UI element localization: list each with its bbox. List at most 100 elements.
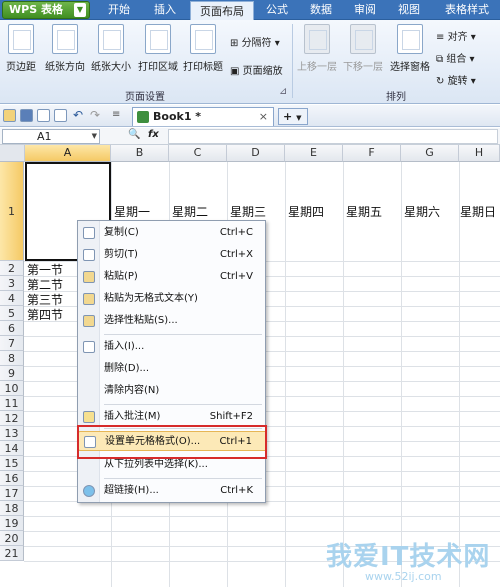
highlight-box [77, 425, 267, 459]
row-header[interactable]: 6 [0, 321, 24, 336]
column-header-e[interactable]: E [285, 145, 343, 162]
menu-item-hyperlink[interactable]: 超链接(H)... Ctrl+K [78, 481, 267, 501]
menu-item-insert-comment[interactable]: 插入批注(M) Shift+F2 [78, 407, 267, 427]
margins-icon [8, 24, 34, 54]
cell-a5[interactable]: 第四节 [27, 306, 63, 323]
name-box[interactable]: A1 ▼ [2, 129, 100, 144]
tab-insert[interactable]: 插入 [146, 0, 184, 20]
align-label: 对齐 [447, 32, 468, 43]
tab-review[interactable]: 审阅 [346, 0, 384, 20]
row-header[interactable]: 4 [0, 291, 24, 306]
app-menu-button[interactable]: WPS 表格 ▼ [2, 1, 90, 19]
menu-bar: WPS 表格 ▼ 开始 插入 页面布局 公式 数据 审阅 视图 表格样式 [0, 0, 500, 21]
selection-pane-button[interactable]: 选择窗格 [388, 24, 432, 73]
row-header[interactable]: 5 [0, 306, 24, 321]
formula-bar: A1 ▼ 🔍 fx [0, 128, 500, 145]
print-area-button[interactable]: 打印区域 [137, 24, 179, 73]
row-header[interactable]: 18 [0, 501, 24, 516]
margins-label: 页边距 [6, 62, 36, 73]
menu-item-shortcut: Ctrl+V [219, 271, 253, 282]
cell-b1[interactable]: 星期一 [114, 203, 150, 220]
rotate-button[interactable]: ↻ 旋转 ▾ [436, 72, 476, 87]
paper-size-button[interactable]: 纸张大小 [90, 24, 132, 73]
ribbon-divider [292, 24, 293, 98]
tab-home[interactable]: 开始 [100, 0, 138, 20]
menu-item-delete[interactable]: 删除(D)... [78, 359, 267, 379]
page-zoom-button[interactable]: ▣ 页面缩放 [230, 62, 283, 77]
column-header-c[interactable]: C [169, 145, 227, 162]
print-icon[interactable] [37, 109, 50, 122]
row-header[interactable]: 21 [0, 546, 24, 561]
column-header-f[interactable]: F [343, 145, 401, 162]
customize-toolbar-icon[interactable]: ≡ [112, 109, 120, 120]
menu-item-paste-plain[interactable]: 粘贴为无格式文本(Y) [78, 289, 267, 309]
column-header-b[interactable]: B [111, 145, 169, 162]
select-all-corner[interactable] [0, 145, 25, 162]
cell-d1[interactable]: 星期三 [230, 203, 266, 220]
row-header[interactable]: 11 [0, 396, 24, 411]
column-header-h[interactable]: H [459, 145, 500, 162]
print-preview-icon[interactable] [54, 109, 67, 122]
undo-icon[interactable]: ↶ [73, 108, 83, 122]
cell-c1[interactable]: 星期二 [172, 203, 208, 220]
cell-h1[interactable]: 星期日 [460, 203, 496, 220]
tab-book1[interactable]: Book1 * × [132, 107, 274, 126]
close-tab-icon[interactable]: × [259, 108, 268, 126]
row-header[interactable]: 14 [0, 441, 24, 456]
dialog-launcher-icon[interactable]: ⊿ [279, 86, 287, 97]
group-button[interactable]: ⧉ 组合 ▾ [436, 50, 475, 65]
menu-item-insert[interactable]: 插入(I)... [78, 337, 267, 357]
menu-item-paste[interactable]: 粘贴(P) Ctrl+V [78, 267, 267, 287]
menu-item-label: 清除内容(N) [104, 385, 160, 396]
menu-item-copy[interactable]: 复制(C) Ctrl+C [78, 223, 267, 243]
orientation-button[interactable]: 纸张方向 [44, 24, 86, 73]
cell-g1[interactable]: 星期六 [404, 203, 440, 220]
name-box-value: A1 [37, 130, 52, 143]
save-icon[interactable] [20, 109, 33, 122]
zoom-lens-icon[interactable]: 🔍 [128, 129, 140, 140]
row-header[interactable]: 13 [0, 426, 24, 441]
row-header[interactable]: 12 [0, 411, 24, 426]
bring-forward-button: 上移一层 [296, 24, 338, 73]
align-button[interactable]: ≡ 对齐 ▾ [436, 28, 476, 43]
open-icon[interactable] [3, 109, 16, 122]
menu-item-paste-special[interactable]: 选择性粘贴(S)... [78, 311, 267, 331]
row-header[interactable]: 7 [0, 336, 24, 351]
print-titles-button[interactable]: 打印标题 [182, 24, 224, 73]
row-header[interactable]: 16 [0, 471, 24, 486]
column-header-g[interactable]: G [401, 145, 459, 162]
menu-item-cut[interactable]: 剪切(T) Ctrl+X [78, 245, 267, 265]
row-header[interactable]: 1 [0, 162, 24, 261]
tab-page-layout[interactable]: 页面布局 [190, 1, 254, 21]
row-header[interactable]: 9 [0, 366, 24, 381]
chevron-down-icon[interactable]: ▼ [92, 130, 97, 143]
function-icon[interactable]: fx [148, 129, 159, 140]
column-header-d[interactable]: D [227, 145, 285, 162]
tab-view[interactable]: 视图 [390, 0, 428, 20]
margins-button[interactable]: 页边距 [4, 24, 38, 73]
separator-button[interactable]: ⊞ 分隔符 ▾ [230, 34, 280, 49]
dropdown-arrow-icon[interactable]: ▼ [74, 3, 86, 17]
orientation-label: 纸张方向 [45, 62, 85, 73]
send-backward-label: 下移一层 [343, 62, 383, 73]
tab-formulas[interactable]: 公式 [258, 0, 296, 20]
tab-table-style[interactable]: 表格样式 [436, 0, 498, 20]
separator-label: 分隔符 [241, 38, 272, 49]
menu-item-clear[interactable]: 清除内容(N) [78, 381, 267, 401]
row-header[interactable]: 10 [0, 381, 24, 396]
column-header-a[interactable]: A [25, 145, 111, 162]
new-tab-button[interactable]: + ▼ [278, 108, 308, 125]
row-header[interactable]: 8 [0, 351, 24, 366]
bring-forward-label: 上移一层 [297, 62, 337, 73]
row-header[interactable]: 2 [0, 261, 24, 276]
tab-data[interactable]: 数据 [302, 0, 340, 20]
row-header[interactable]: 15 [0, 456, 24, 471]
row-header[interactable]: 17 [0, 486, 24, 501]
redo-icon[interactable]: ↷ [90, 108, 100, 122]
formula-input[interactable] [168, 129, 498, 144]
row-header[interactable]: 19 [0, 516, 24, 531]
row-header[interactable]: 20 [0, 531, 24, 546]
cell-f1[interactable]: 星期五 [346, 203, 382, 220]
cell-e1[interactable]: 星期四 [288, 203, 324, 220]
row-header[interactable]: 3 [0, 276, 24, 291]
